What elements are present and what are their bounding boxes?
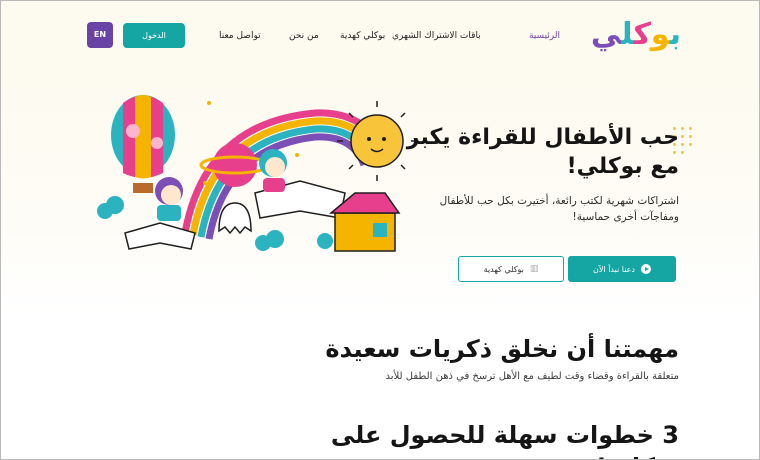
gift-label: بوكلي كهدية	[483, 264, 524, 274]
hero-title: حب الأطفال للقراءة يكبر مع بوكلي!	[406, 125, 679, 179]
nav-gift[interactable]: بوكلي كهدية	[340, 31, 385, 41]
hero-subtitle: اشتراكات شهرية لكتب رائعة، أختيرت بكل حب…	[439, 195, 679, 223]
play-icon	[641, 264, 651, 274]
nav-home[interactable]: الرئيسية	[529, 31, 560, 41]
mission-subtitle: متعلقة بالقراءة وقضاء وقت لطيف مع الأهل …	[385, 371, 679, 382]
kids-reading-illustration	[85, 83, 417, 267]
start-now-label: دعنا نبدأ الآن	[593, 264, 635, 274]
steps-title: 3 خطوات سهلة للحصول على بوكلي!	[330, 421, 679, 459]
language-button[interactable]: EN	[87, 22, 113, 48]
mission-title: مهمتنا أن نخلق ذكريات سعيدة	[325, 335, 679, 363]
gift-icon: ▥	[529, 264, 539, 274]
nav-contact[interactable]: تواصل معنا	[219, 31, 261, 41]
site-header: بوكلي الرئيسية باقات الاشتراك الشهري بوك…	[1, 1, 759, 73]
page-frame: بوكلي الرئيسية باقات الاشتراك الشهري بوك…	[0, 0, 760, 460]
start-now-button[interactable]: دعنا نبدأ الآن	[568, 256, 676, 282]
login-button[interactable]: الدخول	[123, 23, 185, 48]
gift-button[interactable]: ▥ بوكلي كهدية	[458, 256, 564, 282]
nav-about[interactable]: من نحن	[289, 31, 319, 41]
nav-subscription-plans[interactable]: باقات الاشتراك الشهري	[392, 31, 481, 41]
brand-logo[interactable]: بوكلي	[591, 17, 682, 53]
